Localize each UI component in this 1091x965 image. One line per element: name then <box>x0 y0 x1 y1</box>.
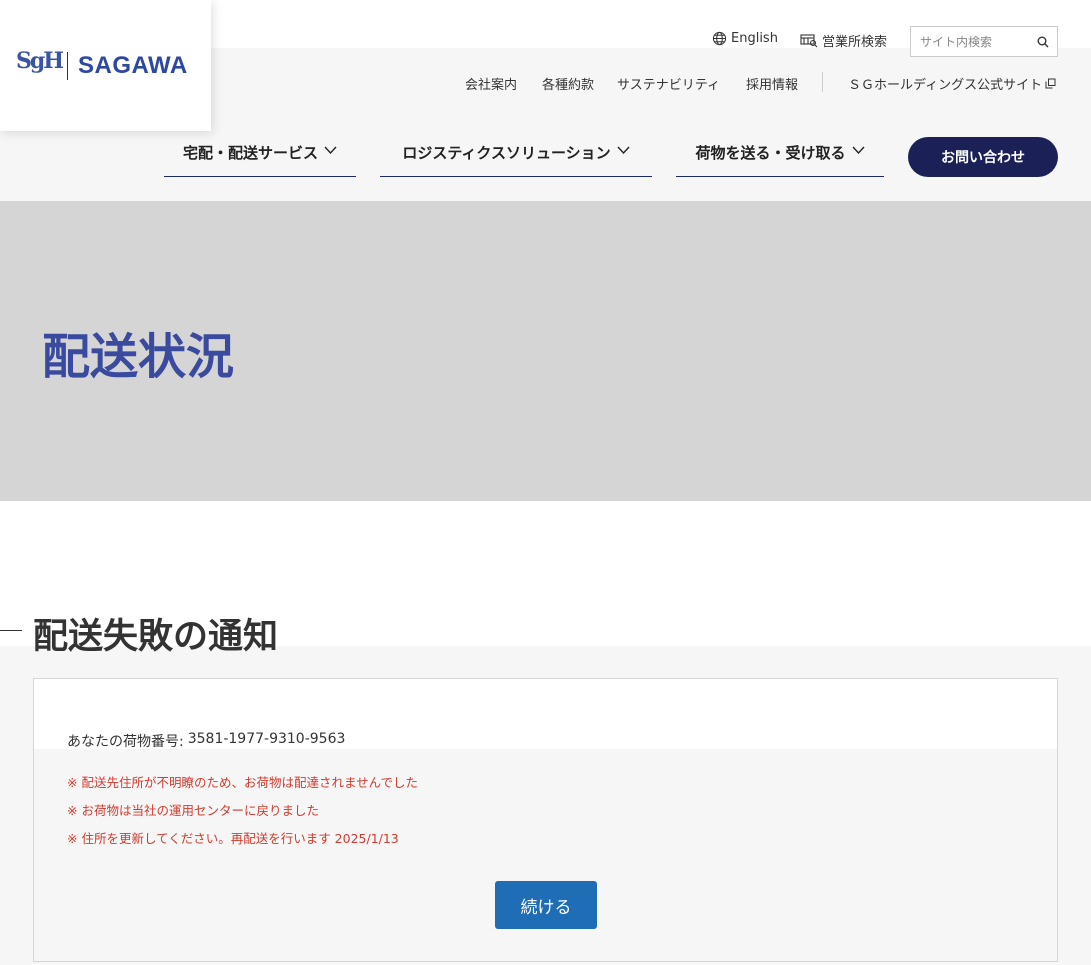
subnav-item-recruit[interactable]: 採用情報 <box>746 74 798 93</box>
site-header: SgH SAGAWA English 営業所検索 サイト内検索 会社案内 各種約… <box>0 0 1091 201</box>
logo[interactable]: SgH SAGAWA <box>0 0 211 131</box>
search-input[interactable] <box>911 34 1029 49</box>
mainnav-label: ロジスティクスソリューション <box>402 144 611 162</box>
language-label: English <box>731 31 778 46</box>
subnav-item-terms[interactable]: 各種約款 <box>542 74 594 93</box>
chevron-down-icon <box>324 142 337 155</box>
hero-banner: 配送状況 <box>0 201 1091 501</box>
sgh-logo-mark: SgH <box>16 48 64 74</box>
chevron-down-icon <box>617 142 630 155</box>
notice-line: ※ 配送先住所が不明瞭のため、お荷物は配達されませんでした <box>67 775 418 790</box>
section-title: 配送失敗の通知 <box>33 617 279 657</box>
tracking-info: あなたの荷物番号: 3581-1977-9310-9563 <box>67 731 345 751</box>
tracking-number: 3581-1977-9310-9563 <box>187 731 346 747</box>
continue-button[interactable]: 続ける <box>495 881 597 929</box>
subnav-divider <box>822 72 823 92</box>
contact-button[interactable]: お問い合わせ <box>908 137 1058 177</box>
mainnav-item-delivery-services[interactable]: 宅配・配送サービス <box>164 136 356 177</box>
notice-line: ※ お荷物は当社の運用センターに戻りました <box>67 803 319 818</box>
section-title-line <box>0 630 22 631</box>
notice-line: ※ 住所を更新してください。再配送を行います 2025/1/13 <box>67 831 399 846</box>
subnav-item-company[interactable]: 会社案内 <box>465 74 517 93</box>
site-search <box>910 26 1058 57</box>
language-link[interactable]: English <box>712 31 778 46</box>
delivery-notice-card: あなたの荷物番号: 3581-1977-9310-9563 ※ 配送先住所が不明… <box>33 678 1058 962</box>
office-icon <box>800 33 818 48</box>
subnav-item-sustainability[interactable]: サステナビリティ <box>617 74 720 93</box>
chevron-down-icon <box>851 142 865 155</box>
logo-name: SAGAWA <box>78 52 188 79</box>
mainnav-label: 宅配・配送サービス <box>182 144 318 162</box>
logo-mark-text: SgH <box>16 48 64 74</box>
office-search-link[interactable]: 営業所検索 <box>800 31 887 50</box>
globe-icon <box>712 31 727 46</box>
page-title: 配送状況 <box>42 329 235 385</box>
search-icon <box>1037 36 1049 48</box>
main-navigation: 宅配・配送サービス ロジスティクスソリューション 荷物を送る・受け取る お問い合… <box>0 136 1091 180</box>
search-button[interactable] <box>1029 27 1057 56</box>
office-search-label: 営業所検索 <box>822 35 888 50</box>
logo-divider <box>67 52 68 80</box>
mainnav-item-send-receive[interactable]: 荷物を送る・受け取る <box>676 136 884 177</box>
mainnav-item-logistics-solutions[interactable]: ロジスティクスソリューション <box>380 136 652 177</box>
subnav-item-sg-holdings[interactable]: ＳＧホールディングス公式サイト <box>848 74 1056 93</box>
mainnav-label: 荷物を送る・受け取る <box>695 144 846 162</box>
external-link-icon <box>1045 78 1056 89</box>
sg-holdings-label: ＳＧホールディングス公式サイト <box>848 78 1043 93</box>
tracking-label: あなたの荷物番号: <box>67 734 184 750</box>
